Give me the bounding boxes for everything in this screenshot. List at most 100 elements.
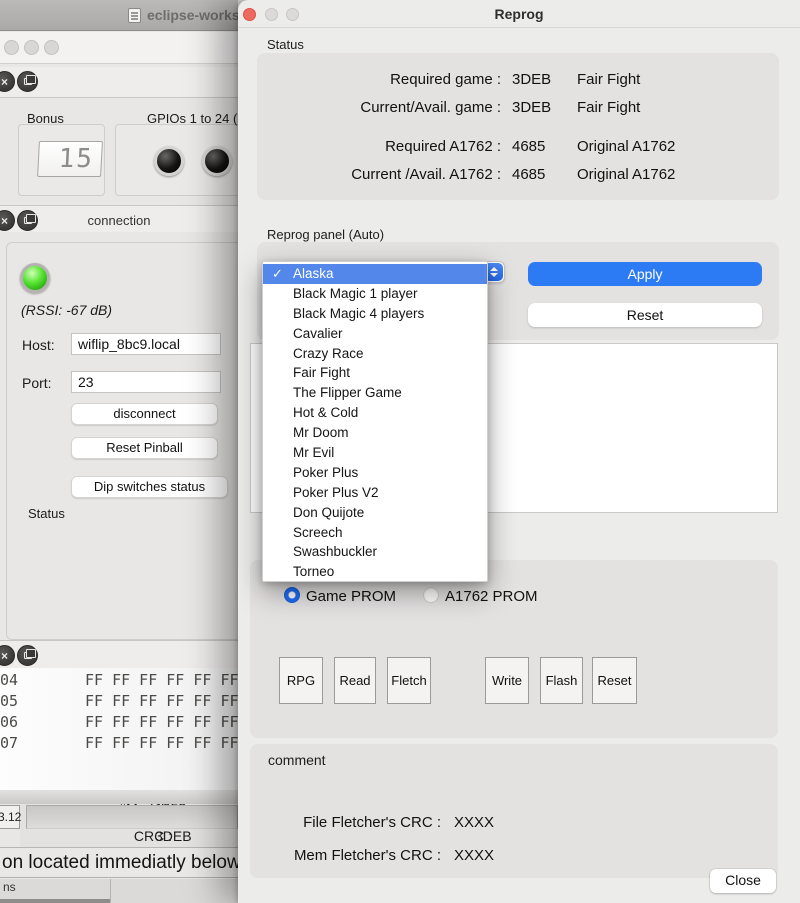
status-row: Current /Avail. A1762 : 4685 Original A1… (276, 166, 798, 184)
reset-prom-button[interactable]: Reset (592, 657, 637, 704)
status-section-label: Status (267, 37, 304, 52)
menu-item-label: Black Magic 1 player (293, 286, 418, 301)
menu-item[interactable]: Screech (263, 523, 487, 543)
menu-item-label: Alaska (293, 266, 334, 281)
mem-crc-label: Mem Fletcher's CRC : (280, 847, 441, 864)
reset-button[interactable]: Reset (528, 303, 762, 327)
menu-item-label: Mr Evil (293, 445, 334, 460)
menu-item[interactable]: Mr Doom (263, 423, 487, 443)
tooltip-text: on located immediatly below th (0, 847, 238, 878)
detach-panel-icon[interactable] (17, 71, 38, 92)
menu-item-label: Screech (293, 525, 343, 540)
hex-bytes: FF FF FF FF FF FF (85, 713, 238, 731)
a1762-prom-radio[interactable] (423, 587, 439, 603)
menu-item[interactable]: Don Quijote (263, 503, 487, 523)
comment-groupbox: comment File Fletcher's CRC : XXXX Mem F… (250, 744, 778, 878)
close-button[interactable]: Close (710, 869, 776, 893)
menu-item-label: The Flipper Game (293, 385, 402, 400)
bonus-label: Bonus (27, 111, 64, 126)
port-label: Port: (22, 375, 52, 391)
menu-item-label: Swashbuckler (293, 544, 377, 559)
status-row-label: Current/Avail. game : (276, 99, 501, 116)
fletch-button[interactable]: Fletch (387, 657, 431, 704)
gpio-led-2 (202, 146, 232, 176)
crc-label: CRC : (40, 828, 172, 844)
menu-item-label: Don Quijote (293, 505, 364, 520)
rpg-button[interactable]: RPG (279, 657, 323, 704)
game-select-popup-menu: ✓Alaska Black Magic 1 player Black Magic… (262, 261, 488, 582)
hexdump-view: 04FF FF FF FF FF FF 05FF FF FF FF FF FF … (0, 668, 238, 790)
status-row-name: Original A1762 (577, 166, 675, 183)
close-traffic-light[interactable] (4, 40, 19, 55)
chevron-up-icon (490, 267, 498, 271)
status-row-label: Current /Avail. A1762 : (276, 166, 501, 183)
connection-status-led (20, 263, 50, 293)
reset-pinball-button[interactable]: Reset Pinball (71, 437, 218, 459)
menu-item[interactable]: Black Magic 1 player (263, 284, 487, 304)
close-panel-icon[interactable]: × (0, 71, 15, 92)
flash-button[interactable]: Flash (540, 657, 583, 704)
reprog-titlebar[interactable]: Reprog (238, 0, 800, 28)
menu-item[interactable]: The Flipper Game (263, 383, 487, 403)
file-crc-label: File Fletcher's CRC : (280, 814, 441, 831)
menu-item-label: Poker Plus V2 (293, 485, 379, 500)
menu-item[interactable]: Crazy Race (263, 344, 487, 364)
status-row-value: 3DEB (512, 71, 551, 88)
host-input[interactable]: wiflip_8bc9.local (71, 333, 221, 355)
file-crc-value: XXXX (454, 814, 494, 831)
menu-item-label: Fair Fight (293, 365, 350, 380)
comment-label: comment (268, 752, 326, 768)
status-row-name: Fair Fight (577, 71, 640, 88)
menu-item[interactable]: Hot & Cold (263, 403, 487, 423)
menu-item[interactable]: Poker Plus V2 (263, 483, 487, 503)
hex-bytes: FF FF FF FF FF FF (85, 692, 238, 710)
menu-item[interactable]: Cavalier (263, 324, 487, 344)
chevron-down-icon (490, 273, 498, 277)
detach-panel-icon[interactable] (17, 645, 38, 666)
status-row: Current/Avail. game : 3DEB Fair Fight (276, 99, 798, 117)
window-title: Reprog (238, 6, 800, 22)
detach-panel-icon[interactable] (17, 210, 38, 231)
menu-item-label: Torneo (293, 564, 334, 579)
menu-item[interactable]: ✓Alaska (263, 264, 487, 284)
menu-item[interactable]: Torneo (263, 562, 487, 582)
connection-panel-header: connection × (0, 205, 238, 235)
menu-item[interactable]: Fair Fight (263, 363, 487, 383)
status-row-label: Required A1762 : (276, 138, 501, 155)
menu-item-label: Hot & Cold (293, 405, 358, 420)
version-box: 3.12 (0, 805, 20, 829)
crc-value: 3DEB (155, 828, 192, 844)
document-icon (128, 8, 141, 23)
menu-item[interactable]: Mr Evil (263, 443, 487, 463)
close-panel-icon[interactable]: × (0, 645, 15, 666)
menu-item[interactable]: Black Magic 4 players (263, 304, 487, 324)
hex-address: 07 (0, 734, 18, 752)
game-prom-radio[interactable] (284, 587, 300, 603)
hexdump-panel-header: × (0, 640, 238, 670)
bottom-bar: ns (0, 879, 238, 903)
zoom-traffic-light[interactable] (44, 40, 59, 55)
minimize-traffic-light[interactable] (24, 40, 39, 55)
read-button[interactable]: Read (334, 657, 376, 704)
apply-button[interactable]: Apply (528, 262, 762, 286)
menu-item[interactable]: Poker Plus (263, 463, 487, 483)
menu-item-label: Black Magic 4 players (293, 306, 424, 321)
reprog-panel-label: Reprog panel (Auto) (267, 227, 384, 242)
menu-item[interactable]: Swashbuckler (263, 542, 487, 562)
separator-band (0, 790, 238, 804)
status-row: Required A1762 : 4685 Original A1762 (276, 138, 798, 156)
status-row-name: Fair Fight (577, 99, 640, 116)
bonus-display: 15 (37, 141, 103, 177)
status-section-label: Status (28, 506, 65, 521)
port-input[interactable]: 23 (71, 371, 221, 393)
eclipse-background-window: eclipse-worksp × Bonus 15 GPIOs 1 to 24 … (0, 0, 238, 903)
status-groupbox: Required game : 3DEB Fair Fight Current/… (257, 53, 779, 200)
hex-address: 04 (0, 671, 18, 689)
io-panel-header: × (0, 67, 238, 97)
write-button[interactable]: Write (485, 657, 529, 704)
disconnect-button[interactable]: disconnect (71, 403, 218, 425)
divider (110, 879, 111, 903)
dip-switches-status-button[interactable]: Dip switches status (71, 476, 228, 498)
hex-bytes: FF FF FF FF FF FF (85, 734, 238, 752)
game-prom-label: Game PROM (306, 588, 396, 605)
